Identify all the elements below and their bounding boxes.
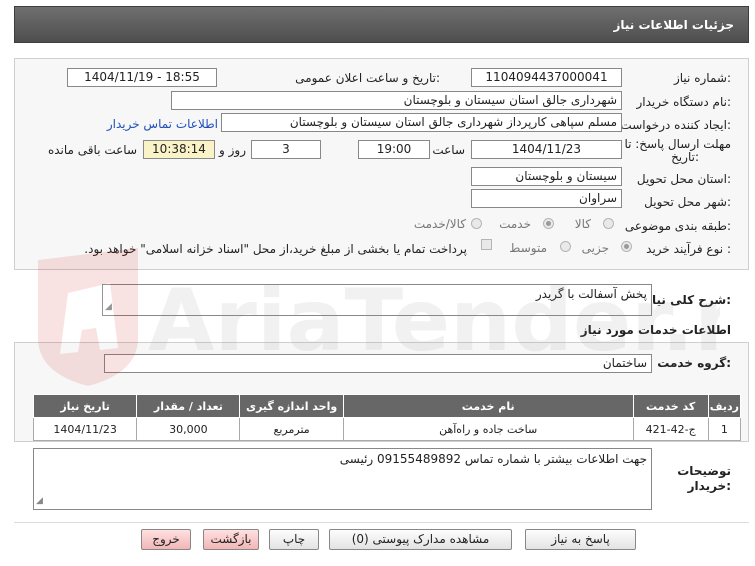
resize-handle-icon[interactable]: ◢ bbox=[36, 493, 43, 509]
category-goods-label: کالا bbox=[574, 217, 591, 231]
buyer-notes-label-2: خریدار: bbox=[687, 479, 731, 493]
category-goods-radio[interactable] bbox=[603, 218, 614, 229]
back-button[interactable]: بازگشت bbox=[203, 529, 259, 550]
announce-datetime-field[interactable]: 1404/11/19 - 18:55 bbox=[67, 68, 217, 87]
reply-to-need-button[interactable]: پاسخ به نیاز bbox=[525, 529, 636, 550]
process-minor-label: جزیی bbox=[581, 241, 609, 255]
process-type-label: نوع فرآیند خرید : bbox=[646, 242, 731, 256]
buyer-notes-label-1: توضیحات bbox=[677, 464, 731, 478]
service-group-label: گروه خدمت: bbox=[657, 356, 731, 370]
buyer-org-field[interactable]: شهرداری جالق استان سیستان و بلوچستان bbox=[171, 91, 622, 110]
buyer-contact-link[interactable]: اطلاعات تماس خریدار bbox=[107, 117, 218, 131]
col-service-code: کد خدمت bbox=[632, 394, 709, 418]
process-medium-radio[interactable] bbox=[560, 241, 571, 252]
deadline-label-2: تاریخ: bbox=[671, 150, 699, 164]
need-info-panel bbox=[14, 58, 749, 270]
deadline-time-field[interactable]: 19:00 bbox=[358, 140, 430, 159]
days-label: روز و bbox=[219, 143, 246, 157]
services-section-title: اطلاعات خدمات مورد نیاز bbox=[580, 323, 731, 337]
exit-button[interactable]: خروج bbox=[141, 529, 191, 550]
category-label: طبقه بندی موضوعی: bbox=[624, 219, 731, 233]
summary-label: شرح کلی نیاز: bbox=[645, 293, 731, 307]
page-title: جزئیات اطلاعات نیاز bbox=[613, 18, 734, 32]
table-header-row: ردیف کد خدمت نام خدمت واحد اندازه گیری ت… bbox=[32, 394, 742, 418]
city-label: شهر محل تحویل: bbox=[644, 195, 731, 209]
province-label: استان محل تحویل: bbox=[636, 172, 731, 186]
category-goods-service-label: کالا/خدمت bbox=[413, 217, 466, 231]
service-group-field[interactable]: ساختمان bbox=[104, 354, 652, 373]
buyer-notes-text: جهت اطلاعات بیشتر با شماره تماس 09155489… bbox=[339, 452, 647, 466]
province-field[interactable]: سیستان و بلوچستان bbox=[471, 167, 622, 186]
col-quantity: تعداد / مقدار bbox=[136, 394, 241, 418]
process-medium-label: متوسط bbox=[509, 241, 547, 255]
treasury-payment-note: پرداخت تمام یا بخشی از مبلغ خرید،از محل … bbox=[84, 242, 467, 256]
col-service-name: نام خدمت bbox=[342, 394, 634, 418]
category-service-label: خدمت bbox=[499, 217, 531, 231]
table-row[interactable]: 1 ج-42-421 ساخت جاده و راه‌آهن مترمربع 3… bbox=[32, 417, 742, 441]
view-attachments-button[interactable]: مشاهده مدارک پیوستی (0) bbox=[329, 529, 512, 550]
col-row-number: ردیف bbox=[707, 394, 742, 418]
treasury-payment-checkbox[interactable] bbox=[481, 239, 492, 250]
category-service-radio[interactable] bbox=[543, 218, 554, 229]
cell-unit: مترمربع bbox=[239, 417, 344, 441]
cell-row-number: 1 bbox=[707, 417, 742, 441]
category-goods-service-radio[interactable] bbox=[471, 218, 482, 229]
footer-divider bbox=[14, 522, 749, 523]
cell-quantity: 30,000 bbox=[136, 417, 241, 441]
cell-service-name: ساخت جاده و راه‌آهن bbox=[342, 417, 634, 441]
deadline-time-label: ساعت bbox=[432, 143, 465, 157]
remaining-time-field: 10:38:14 bbox=[143, 140, 215, 159]
need-number-label: شماره نیاز: bbox=[673, 71, 731, 85]
remaining-time-label: ساعت باقی مانده bbox=[47, 143, 137, 157]
days-remaining-field[interactable]: 3 bbox=[251, 140, 321, 159]
need-number-field[interactable]: 1104094437000041 bbox=[471, 68, 622, 87]
buyer-notes-textarea[interactable]: جهت اطلاعات بیشتر با شماره تماس 09155489… bbox=[33, 448, 652, 510]
print-button[interactable]: چاپ bbox=[269, 529, 319, 550]
cell-service-code: ج-42-421 bbox=[632, 417, 709, 441]
deadline-label-1: مهلت ارسال پاسخ: تا bbox=[624, 137, 731, 151]
process-minor-radio[interactable] bbox=[621, 241, 632, 252]
col-need-date: تاریخ نیاز bbox=[32, 394, 138, 418]
creator-field[interactable]: مسلم سپاهی کارپرداز شهرداری جالق استان س… bbox=[221, 113, 622, 132]
summary-text: پخش آسفالت با گریدر bbox=[535, 287, 647, 301]
announce-datetime-label: تاریخ و ساعت اعلان عمومی: bbox=[295, 71, 440, 85]
services-table: ردیف کد خدمت نام خدمت واحد اندازه گیری ت… bbox=[32, 394, 742, 441]
city-field[interactable]: سراوان bbox=[471, 189, 622, 208]
resize-handle-icon[interactable]: ◢ bbox=[105, 299, 112, 315]
page-header: جزئیات اطلاعات نیاز bbox=[14, 6, 749, 43]
col-unit: واحد اندازه گیری bbox=[239, 394, 344, 418]
summary-textarea[interactable]: پخش آسفالت با گریدر ◢ bbox=[102, 284, 652, 316]
buyer-org-label: نام دستگاه خریدار: bbox=[636, 95, 732, 109]
creator-label: ایجاد کننده درخواست: bbox=[620, 118, 731, 132]
cell-need-date: 1404/11/23 bbox=[32, 417, 138, 441]
deadline-date-field[interactable]: 1404/11/23 bbox=[471, 140, 622, 159]
